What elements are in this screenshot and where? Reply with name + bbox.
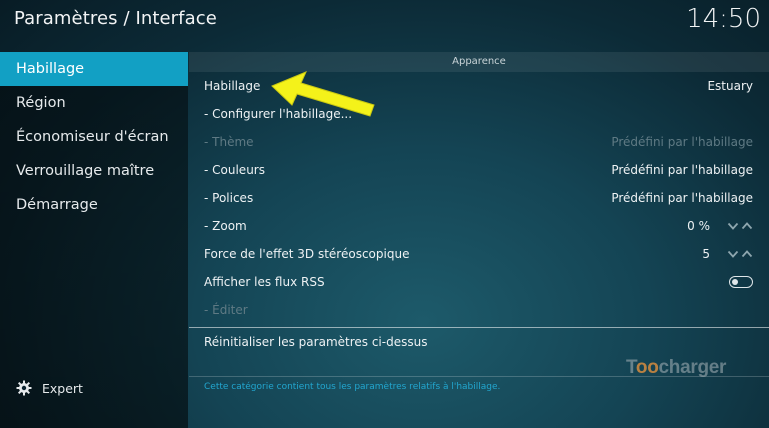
chevron-up-icon[interactable] <box>741 220 753 232</box>
page-title: Paramètres / Interface <box>14 8 217 29</box>
clock: 14:50 <box>686 4 761 34</box>
sidebar-item-master-lock[interactable]: Verrouillage maître <box>0 154 188 188</box>
sidebar: Habillage Région Économiseur d'écran Ver… <box>0 52 188 428</box>
gear-icon <box>16 380 32 396</box>
category-description: Cette catégorie contient tous les paramè… <box>204 382 501 392</box>
setting-fonts[interactable]: - Polices Prédéfini par l'habillage <box>189 184 769 212</box>
setting-stereo-strength[interactable]: Force de l'effet 3D stéréoscopique 5 <box>189 240 769 268</box>
setting-value: 5 <box>702 247 710 261</box>
setting-value: 0 % <box>687 219 710 233</box>
setting-value: Estuary <box>707 79 753 93</box>
rss-toggle[interactable] <box>729 276 753 288</box>
expert-level-button[interactable]: Expert <box>16 380 83 396</box>
reset-settings-button[interactable]: Réinitialiser les paramètres ci-dessus <box>189 328 769 356</box>
sidebar-item-screensaver[interactable]: Économiseur d'écran <box>0 120 188 154</box>
setting-value: Prédéfini par l'habillage <box>611 163 753 177</box>
setting-label: Habillage <box>204 79 261 93</box>
setting-colors[interactable]: - Couleurs Prédéfini par l'habillage <box>189 156 769 184</box>
setting-value: Prédéfini par l'habillage <box>611 135 753 149</box>
zoom-spinner[interactable] <box>727 220 753 232</box>
sidebar-item-startup[interactable]: Démarrage <box>0 188 188 222</box>
setting-label: Afficher les flux RSS <box>204 275 325 289</box>
setting-edit-rss: - Éditer <box>189 296 769 324</box>
stereo-spinner[interactable] <box>727 248 753 260</box>
chevron-down-icon[interactable] <box>727 220 739 232</box>
setting-label: - Thème <box>204 135 254 149</box>
setting-label: - Zoom <box>204 219 247 233</box>
setting-label: - Éditer <box>204 303 248 317</box>
setting-zoom[interactable]: - Zoom 0 % <box>189 212 769 240</box>
setting-label: - Couleurs <box>204 163 265 177</box>
setting-theme: - Thème Prédéfini par l'habillage <box>189 128 769 156</box>
sidebar-item-region[interactable]: Région <box>0 86 188 120</box>
section-header: Apparence <box>189 52 769 72</box>
watermark-logo: Toocharger <box>626 357 727 378</box>
chevron-down-icon[interactable] <box>727 248 739 260</box>
sidebar-item-habillage[interactable]: Habillage <box>0 52 188 86</box>
chevron-up-icon[interactable] <box>741 248 753 260</box>
arrow-annotation <box>271 71 375 117</box>
setting-label: Force de l'effet 3D stéréoscopique <box>204 247 410 261</box>
setting-show-rss[interactable]: Afficher les flux RSS <box>189 268 769 296</box>
setting-label: - Polices <box>204 191 254 205</box>
setting-value: Prédéfini par l'habillage <box>611 191 753 205</box>
expert-label: Expert <box>42 380 83 396</box>
